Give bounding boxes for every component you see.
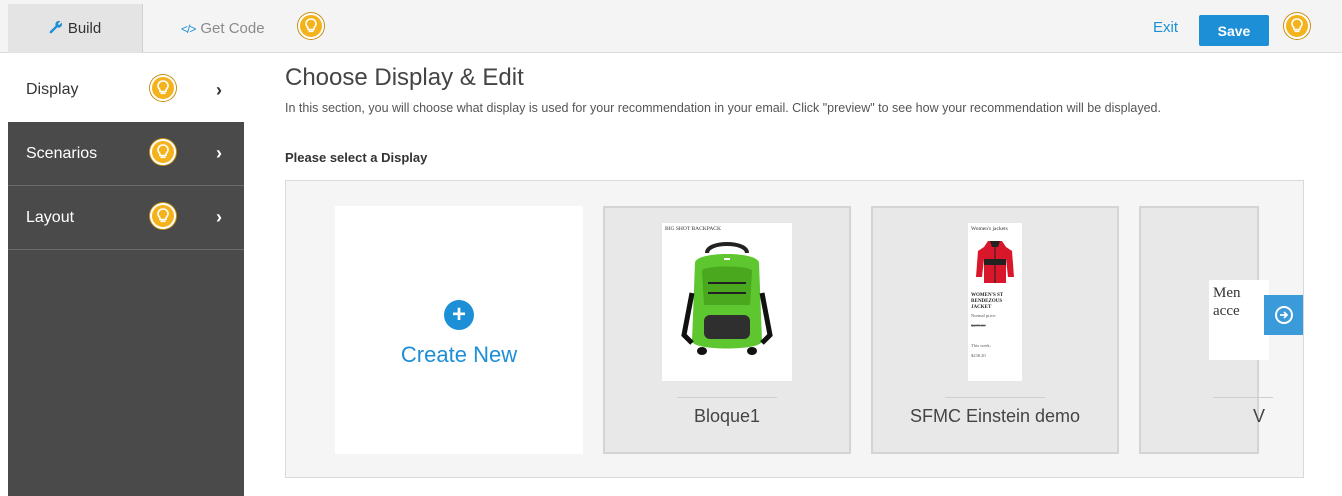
sidebar-item-label: Layout — [26, 208, 75, 226]
chevron-right-icon: › — [216, 79, 222, 100]
code-icon: </> — [181, 21, 196, 36]
sidebar-item-display[interactable]: Display › — [8, 58, 244, 122]
tab-build-label: Build — [67, 20, 102, 37]
create-new-label: Create New — [400, 342, 518, 367]
sidebar-item-layout[interactable]: Layout › — [8, 186, 244, 250]
lightbulb-icon[interactable] — [298, 13, 324, 39]
lightbulb-icon[interactable] — [150, 139, 176, 165]
tab-get-code-label: Get Code — [200, 20, 265, 37]
lightbulb-icon[interactable] — [150, 75, 176, 101]
sidebar-item-label: Scenarios — [26, 144, 98, 162]
next-button[interactable] — [1264, 295, 1303, 335]
thumbnail-product-name: WOMEN'S ST RENDEZOUS JACKET — [971, 293, 1003, 310]
arrow-right-circle-icon — [1274, 306, 1293, 324]
display-thumbnail: Women's jackets WOMEN'S ST RENDEZOUS JAC… — [968, 223, 1022, 381]
lightbulb-icon[interactable] — [150, 203, 176, 229]
jacket-image — [976, 241, 1014, 283]
sidebar: Display › Scenarios › Layout › — [8, 58, 244, 496]
display-card-name: V — [1253, 406, 1266, 426]
display-card[interactable]: BIG SHOT BACKPACK Bloque1 — [603, 206, 851, 454]
thumbnail-title: Women's jackets — [971, 226, 1008, 232]
display-card[interactable]: Women's jackets WOMEN'S ST RENDEZOUS JAC… — [871, 206, 1119, 454]
display-card-name: Bloque1 — [693, 406, 761, 426]
thumbnail-week-price: $238.20 — [971, 353, 986, 358]
backpack-image — [681, 242, 773, 355]
wrench-icon — [49, 20, 63, 38]
exit-link[interactable]: Exit — [1153, 19, 1178, 36]
sidebar-item-label: Display — [26, 81, 79, 98]
sidebar-item-scenarios[interactable]: Scenarios › — [8, 122, 244, 186]
card-divider — [1213, 397, 1273, 398]
display-thumbnail: BIG SHOT BACKPACK — [662, 223, 792, 381]
plus-circle-icon: + — [444, 300, 474, 330]
card-divider — [677, 397, 777, 398]
thumbnail-week-label: This week: — [971, 343, 991, 348]
thumbnail-normal-price: $289.00 — [971, 323, 986, 328]
top-toolbar: Build </> Get Code Exit Save — [0, 0, 1342, 53]
chevron-right-icon: › — [216, 207, 222, 227]
display-gallery: + Create New BIG SHOT BACKPACK Bloque1 W… — [285, 180, 1304, 478]
display-card[interactable]: Men acce V — [1139, 206, 1273, 454]
tab-get-code[interactable]: </> Get Code — [143, 4, 313, 53]
page-title: Choose Display & Edit — [285, 64, 524, 91]
save-button[interactable]: Save — [1199, 15, 1269, 46]
section-label: Please select a Display — [285, 150, 428, 165]
display-card-name: SFMC Einstein demo — [909, 406, 1081, 426]
card-divider — [945, 397, 1045, 398]
tab-build[interactable]: Build — [8, 4, 143, 53]
chevron-right-icon: › — [216, 143, 222, 163]
lightbulb-icon[interactable] — [1284, 13, 1310, 39]
display-thumbnail: Men acce — [1209, 280, 1269, 360]
create-new-card[interactable]: + Create New — [335, 206, 583, 454]
page-description: In this section, you will choose what di… — [285, 101, 1161, 115]
thumbnail-normal-label: Normal price: — [971, 313, 997, 318]
